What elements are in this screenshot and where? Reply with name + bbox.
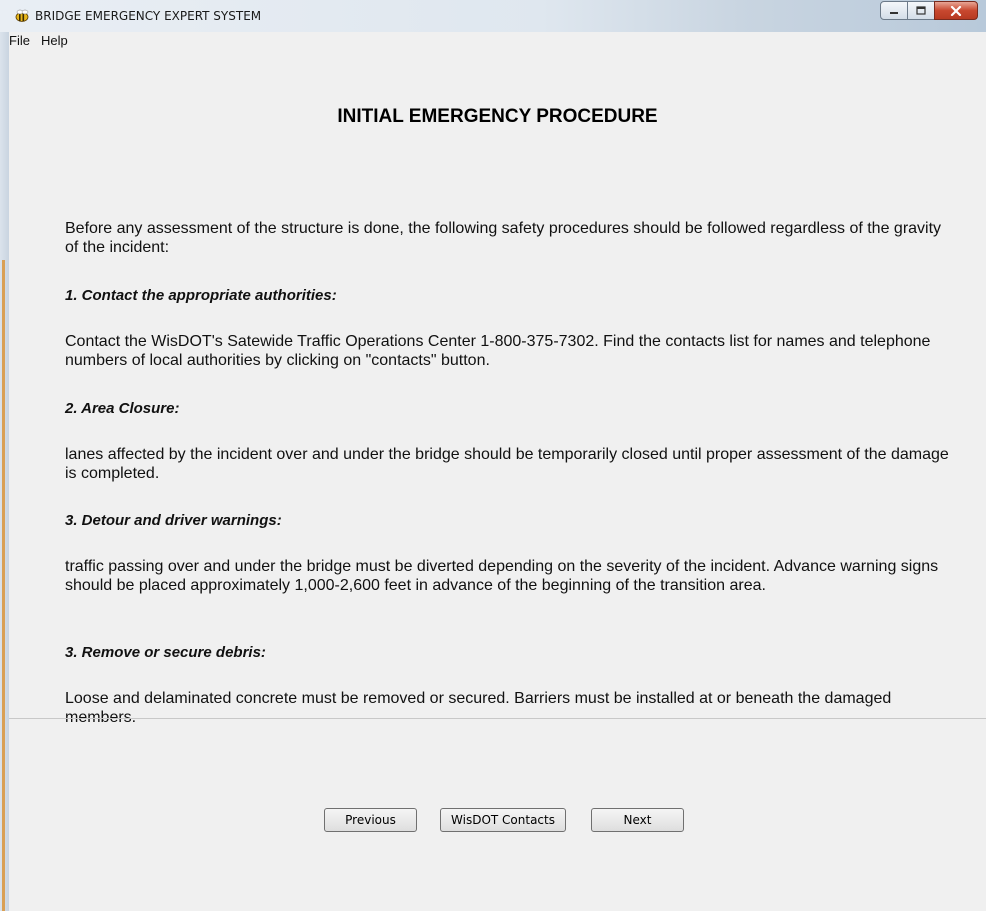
menu-bar: File Help (9, 32, 986, 50)
minimize-icon (890, 11, 898, 14)
step-2-title: 2. Area Closure: (65, 400, 180, 417)
menu-help[interactable]: Help (41, 33, 68, 48)
bee-icon (15, 9, 29, 22)
close-icon (950, 5, 962, 16)
step-4-title: 3. Remove or secure debris: (65, 644, 266, 661)
intro-text: Before any assessment of the structure i… (65, 220, 942, 256)
window-controls (880, 1, 978, 20)
wisdot-contacts-button[interactable]: WisDOT Contacts (440, 808, 566, 832)
step-2-body: lanes affected by the incident over and … (65, 446, 949, 482)
step-4-body: Loose and delaminated concrete must be r… (65, 690, 892, 726)
title-bar[interactable]: BRIDGE EMERGENCY EXPERT SYSTEM (0, 0, 986, 33)
step-3-title: 3. Detour and driver warnings: (65, 512, 282, 529)
page-title: INITIAL EMERGENCY PROCEDURE (337, 106, 658, 127)
maximize-button[interactable] (908, 1, 934, 20)
procedure-panel: INITIAL EMERGENCY PROCEDURE Before any a… (9, 50, 986, 911)
previous-button[interactable]: Previous (324, 808, 417, 832)
minimize-button[interactable] (880, 1, 908, 20)
step-1-title: 1. Contact the appropriate authorities: (65, 287, 337, 304)
maximize-icon (916, 6, 926, 15)
app-window: BRIDGE EMERGENCY EXPERT SYSTEM File Help… (0, 0, 986, 911)
close-button[interactable] (934, 1, 978, 20)
status-divider (9, 718, 986, 719)
next-button[interactable]: Next (591, 808, 684, 832)
menu-file[interactable]: File (9, 33, 30, 48)
step-3-body: traffic passing over and under the bridg… (65, 558, 939, 594)
window-title: BRIDGE EMERGENCY EXPERT SYSTEM (35, 9, 262, 23)
step-1-body: Contact the WisDOT's Satewide Traffic Op… (65, 333, 931, 369)
window-left-accent (2, 260, 5, 911)
